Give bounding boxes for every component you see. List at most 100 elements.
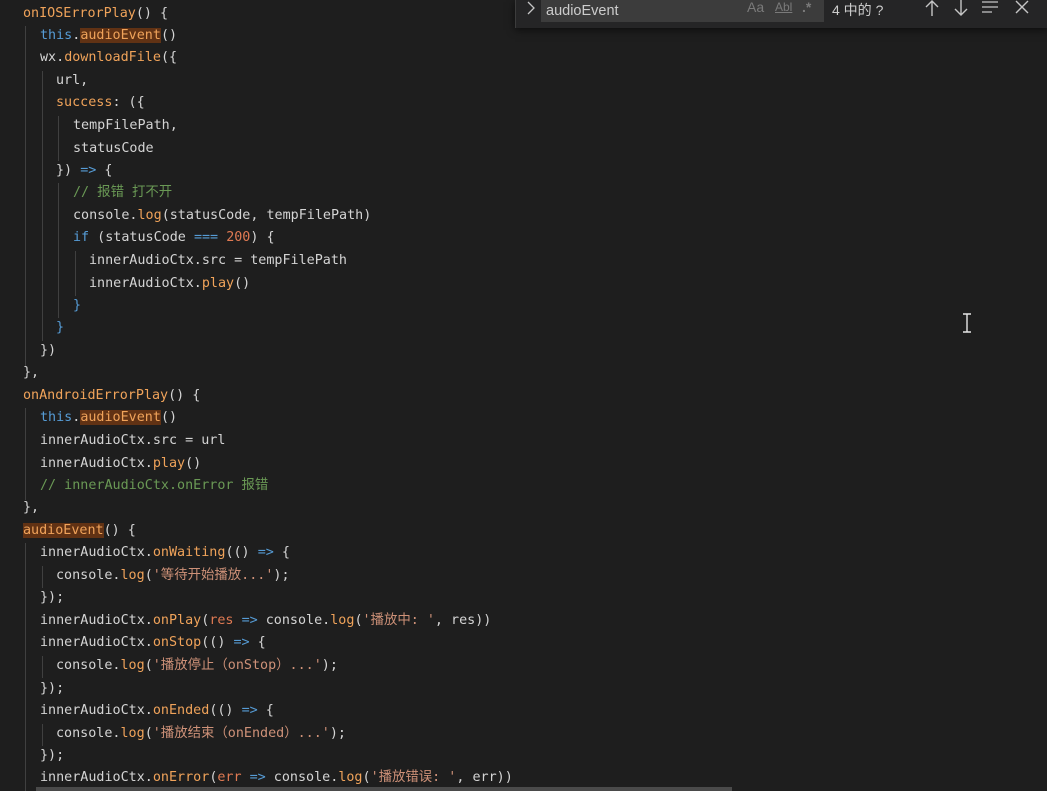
code-line[interactable]: innerAudioCtx.src = url [40,430,225,452]
code-line[interactable]: innerAudioCtx.onEnded(() => { [40,700,274,722]
code-line[interactable]: onIOSErrorPlay() { [23,3,168,25]
code-line[interactable]: } [73,295,81,317]
string-token: '播放结束（onEnded）...' [152,726,330,741]
string-token: '播放停止（onStop）...' [152,658,322,673]
code-token: () [160,410,178,425]
chevron-right-icon[interactable] [523,0,539,22]
code-line[interactable]: }) [40,340,56,362]
arrow-down-icon[interactable] [951,0,971,20]
code-line[interactable]: if (statusCode === 200) { [73,227,275,249]
code-line[interactable]: }); [40,587,64,609]
code-line[interactable]: // innerAudioCtx.onError 报错 [40,475,268,497]
function-call: onEnded [152,703,210,718]
horizontal-scrollbar[interactable] [36,787,732,791]
param-token: err [217,770,242,785]
search-match-highlight: audioEvent [23,523,104,538]
whole-word-toggle[interactable]: Abl [775,0,792,19]
code-line[interactable]: // 报错 打不开 [73,182,172,204]
code-line[interactable]: } [56,317,64,339]
code-line[interactable]: console.log('等待开始播放...'); [56,565,290,587]
code-token: () [160,28,178,43]
method-name: onIOSErrorPlay [23,6,136,21]
code-token: , res)) [434,613,492,628]
indent-guide [42,656,43,678]
code-token: } [73,298,82,313]
code-token: innerAudioCtx. [40,613,153,628]
code-token: console. [265,770,339,785]
code-token: ( [354,613,363,628]
code-token: ); [321,658,338,673]
match-count: 4 中的 ? [832,2,884,18]
find-in-selection-icon[interactable] [980,0,1000,20]
code-token: ); [273,568,290,583]
code-line[interactable]: this.audioEvent() [40,407,177,429]
code-token: , err)) [456,770,513,785]
indent-guide [42,71,43,341]
code-token: }) [40,343,57,358]
function-call: log [338,770,363,785]
close-icon[interactable] [1012,0,1032,20]
code-line[interactable]: this.audioEvent() [40,25,177,47]
code-line[interactable]: success: ({ [56,92,145,114]
code-token: (statusCode, tempFilePath) [161,208,372,223]
code-line[interactable]: }, [23,362,39,384]
code-token: console. [257,613,331,628]
function-call: onStop [152,635,202,650]
search-match-highlight: audioEvent [80,28,161,43]
find-widget: Aa Abl .* 4 中的 ? [515,0,1047,28]
code-line[interactable]: innerAudioCtx.onError (err => console.log… [40,767,513,789]
operator-token: === [193,230,219,245]
code-token: console. [56,658,121,673]
indent-guide [58,116,59,161]
function-call: log [120,658,145,673]
code-token: innerAudioCtx. [40,635,153,650]
code-line[interactable]: tempFilePath, [73,115,178,137]
match-case-toggle[interactable]: Aa [747,0,764,19]
property-key: success [56,95,113,110]
number-token: 200 [226,230,251,245]
code-line[interactable]: }); [40,745,64,767]
code-line[interactable]: innerAudioCtx.onStop(() => { [40,632,266,654]
code-token: innerAudioCtx. [40,770,153,785]
arrow-up-icon[interactable] [922,0,942,20]
code-editor[interactable]: onIOSErrorPlay() { this.audioEvent() wx.… [0,0,1047,791]
code-line[interactable]: innerAudioCtx.onWaiting(() => { [40,542,290,564]
code-line[interactable]: innerAudioCtx.play() [89,273,250,295]
code-token: innerAudioCtx. [89,276,202,291]
arrow-token: => [233,635,250,650]
code-token: (() [209,703,242,718]
code-token: { [257,703,274,718]
code-token: (() [225,545,258,560]
code-token: : ({ [112,95,145,110]
code-line[interactable]: onAndroidErrorPlay() { [23,385,200,407]
code-line[interactable]: innerAudioCtx.src = tempFilePath [89,250,347,272]
code-token: console. [73,208,138,223]
function-call: play [201,276,235,291]
code-line[interactable]: console.log('播放结束（onEnded）...'); [56,723,346,745]
indent-guide [75,251,76,296]
indent-guide [25,543,26,791]
code-token: { [273,545,290,560]
code-token: ({ [160,50,178,65]
code-line[interactable]: }); [40,678,64,700]
method-name: onAndroidErrorPlay [23,388,169,403]
code-line[interactable]: innerAudioCtx.onPlay(res => console.log(… [40,610,491,632]
code-line[interactable]: statusCode [73,138,154,160]
code-line[interactable]: audioEvent() { [23,520,136,542]
regex-toggle[interactable]: .* [802,0,811,19]
code-token: innerAudioCtx. [40,545,153,560]
code-line[interactable]: url, [56,70,88,92]
code-token: console. [56,726,121,741]
code-token: () { [168,388,201,403]
code-token: }) [56,163,81,178]
code-line[interactable]: innerAudioCtx.play() [40,453,201,475]
comment-token: // 报错 打不开 [73,185,173,200]
function-call: play [152,456,186,471]
code-token: (() [201,635,234,650]
code-line[interactable]: }) => { [56,160,112,182]
code-line[interactable]: console.log('播放停止（onStop）...'); [56,655,338,677]
code-line[interactable]: }, [23,497,39,519]
code-line[interactable]: console.log(statusCode, tempFilePath) [73,205,371,227]
code-line[interactable]: wx.downloadFile({ [40,47,177,69]
code-token: statusCode [73,141,154,156]
